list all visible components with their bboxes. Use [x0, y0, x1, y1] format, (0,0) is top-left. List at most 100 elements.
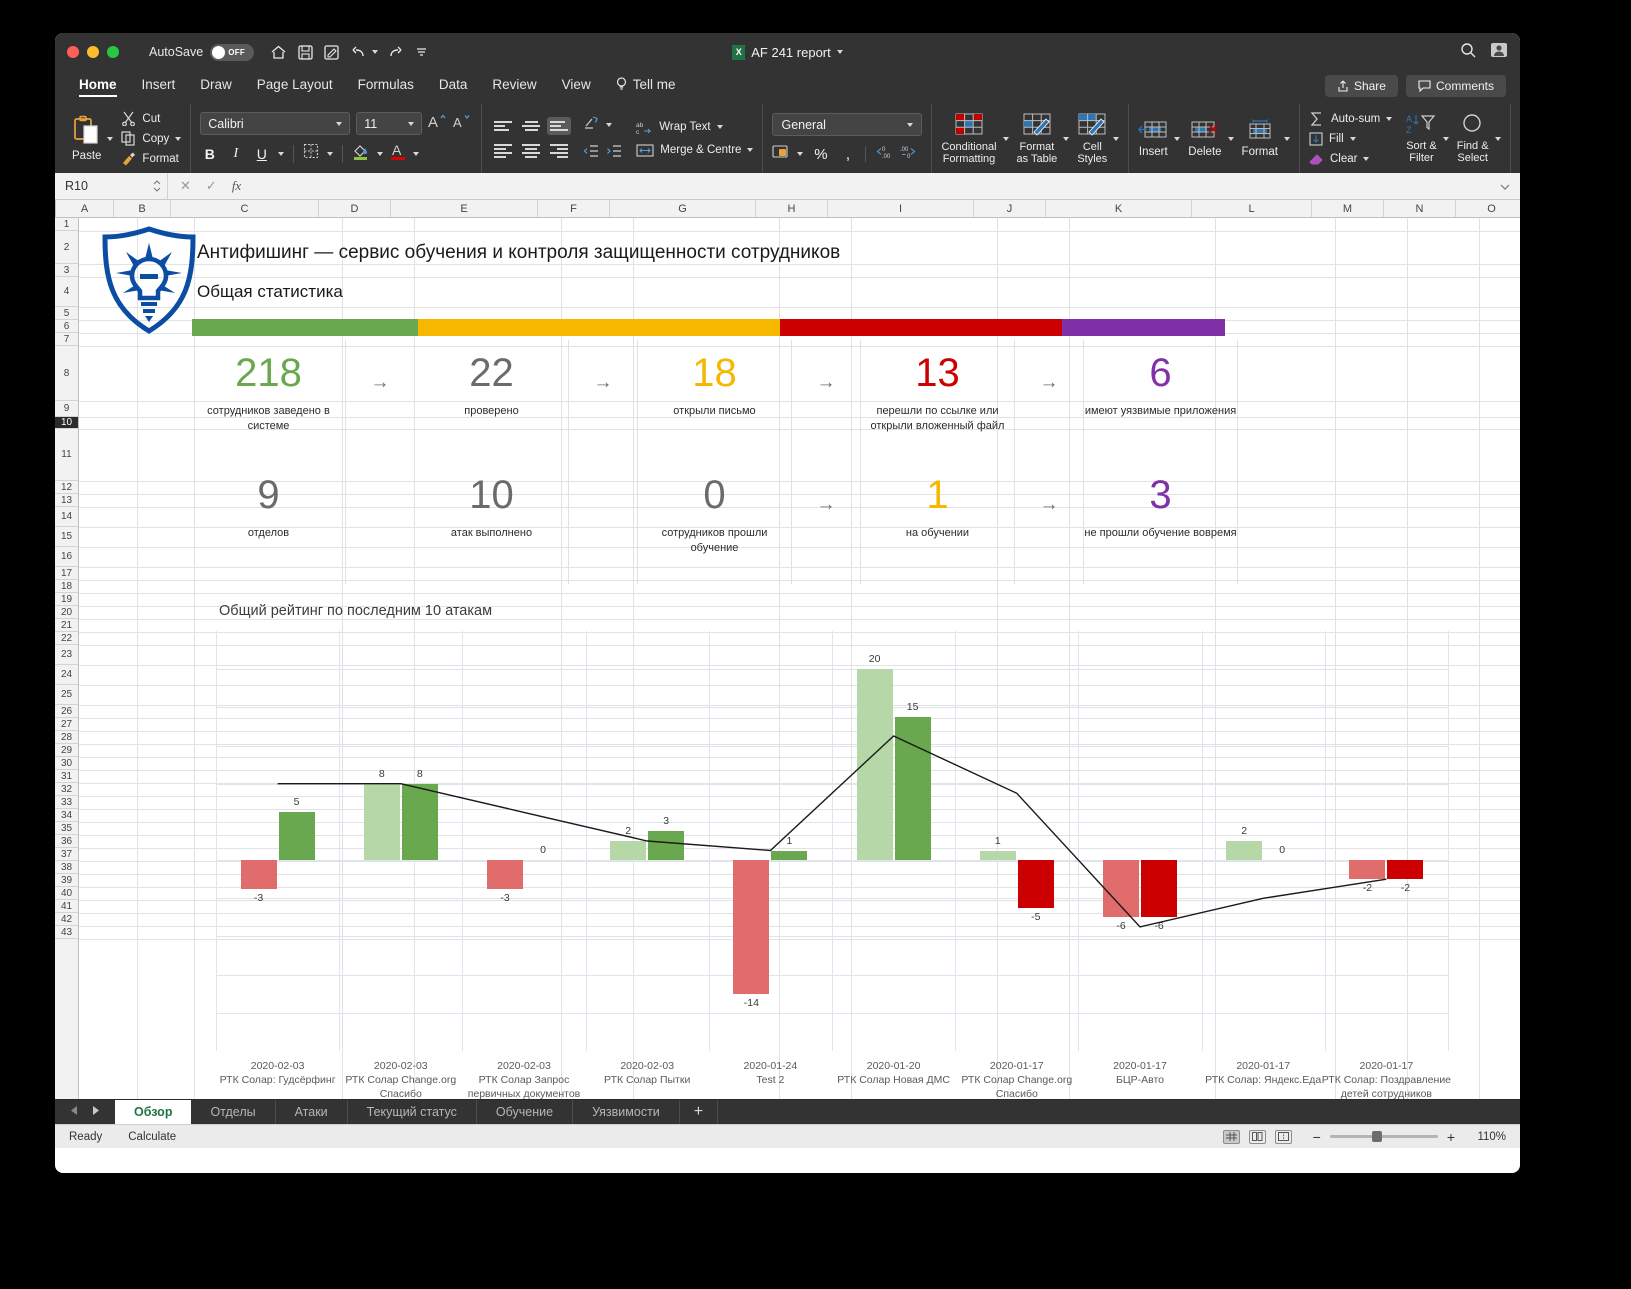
wrap-text-button[interactable]: abc Wrap Text: [636, 120, 753, 135]
ribbon-tab-review[interactable]: Review: [482, 74, 546, 99]
column-header-B[interactable]: B: [114, 200, 171, 217]
autosave-switch[interactable]: OFF: [210, 44, 254, 61]
column-header-H[interactable]: H: [756, 200, 828, 217]
insert-cells-button[interactable]: Insert: [1138, 119, 1168, 158]
row-header-29[interactable]: 29: [55, 744, 78, 757]
column-header-D[interactable]: D: [319, 200, 391, 217]
align-bottom-button[interactable]: [547, 117, 571, 135]
maximize-window-icon[interactable]: [107, 46, 119, 58]
row-header-10[interactable]: 10: [55, 417, 78, 429]
column-header-L[interactable]: L: [1192, 200, 1312, 217]
add-sheet-button[interactable]: +: [680, 1100, 718, 1124]
format-as-table-chevron-down-icon[interactable]: [1063, 137, 1069, 141]
sheet-tab-uyazvimosti[interactable]: Уязвимости: [573, 1100, 680, 1124]
zoom-level[interactable]: 110%: [1472, 1131, 1506, 1143]
undo-icon[interactable]: [350, 45, 378, 59]
row-header-4[interactable]: 4: [55, 277, 78, 307]
underline-chevron-down-icon[interactable]: [278, 152, 284, 156]
column-header-K[interactable]: K: [1046, 200, 1192, 217]
row-header-25[interactable]: 25: [55, 685, 78, 705]
normal-view-icon[interactable]: [1223, 1130, 1240, 1144]
font-family-select[interactable]: Calibri: [200, 112, 350, 135]
title-chevron-down-icon[interactable]: [837, 50, 843, 54]
format-cells-button[interactable]: Format: [1242, 119, 1278, 158]
font-color-button[interactable]: A: [390, 142, 406, 165]
confirm-formula-icon[interactable]: ✓: [206, 178, 217, 194]
number-format-select[interactable]: General: [772, 113, 922, 136]
row-header-20[interactable]: 20: [55, 606, 78, 619]
decrease-indent-button[interactable]: [583, 144, 599, 163]
ribbon-tab-draw[interactable]: Draw: [190, 74, 242, 99]
fill-color-button[interactable]: [352, 142, 370, 165]
find-select-button[interactable]: Find &Select: [1457, 113, 1489, 164]
tell-me-box[interactable]: Tell me: [606, 74, 686, 99]
row-header-38[interactable]: 38: [55, 861, 78, 874]
sheet-tab-obzor[interactable]: Обзор: [115, 1100, 191, 1124]
row-header-17[interactable]: 17: [55, 567, 78, 580]
number-format-chevron-down-icon[interactable]: [907, 123, 913, 127]
row-header-26[interactable]: 26: [55, 705, 78, 718]
column-header-C[interactable]: C: [171, 200, 319, 217]
window-controls[interactable]: [67, 46, 119, 58]
page-break-view-icon[interactable]: [1275, 1130, 1292, 1144]
merge-centre-chevron-down-icon[interactable]: [747, 148, 753, 152]
paste-chevron-down-icon[interactable]: [107, 137, 113, 141]
font-size-select[interactable]: 11: [356, 112, 422, 135]
quick-access-toolbar[interactable]: [270, 44, 428, 60]
column-header-O[interactable]: O: [1456, 200, 1520, 217]
column-header-N[interactable]: N: [1384, 200, 1456, 217]
row-header-13[interactable]: 13: [55, 494, 78, 507]
column-header-E[interactable]: E: [391, 200, 538, 217]
row-header-14[interactable]: 14: [55, 507, 78, 527]
sort-filter-chevron-down-icon[interactable]: [1443, 137, 1449, 141]
conditional-formatting-button[interactable]: ConditionalFormatting: [941, 112, 996, 165]
titlebar-actions[interactable]: [1460, 41, 1508, 63]
wrap-text-chevron-down-icon[interactable]: [717, 125, 723, 129]
name-box[interactable]: R10: [55, 179, 167, 193]
save-icon[interactable]: [298, 45, 313, 60]
sheet-tab-otdely[interactable]: Отделы: [191, 1100, 275, 1124]
accounting-chevron-down-icon[interactable]: [797, 152, 803, 156]
conditional-formatting-chevron-down-icon[interactable]: [1003, 137, 1009, 141]
edit-icon[interactable]: [324, 45, 339, 60]
comments-button[interactable]: Comments: [1406, 75, 1506, 97]
cancel-formula-icon[interactable]: ✕: [180, 178, 191, 194]
increase-decimal-button[interactable]: 0.00: [874, 144, 892, 164]
search-icon[interactable]: [1460, 42, 1476, 63]
close-window-icon[interactable]: [67, 46, 79, 58]
row-header-7[interactable]: 7: [55, 333, 78, 346]
row-header-27[interactable]: 27: [55, 718, 78, 731]
row-header-12[interactable]: 12: [55, 481, 78, 494]
zoom-out-button[interactable]: −: [1313, 1129, 1321, 1145]
minimize-window-icon[interactable]: [87, 46, 99, 58]
autosave-toggle[interactable]: AutoSave OFF: [149, 44, 254, 61]
column-header-J[interactable]: J: [974, 200, 1046, 217]
formula-bar-expand-chevron-down-icon[interactable]: [1490, 179, 1520, 193]
increase-font-size-button[interactable]: A: [428, 113, 447, 135]
row-header-3[interactable]: 3: [55, 264, 78, 277]
row-header-15[interactable]: 15: [55, 527, 78, 547]
font-family-chevron-down-icon[interactable]: [336, 122, 342, 126]
fill-color-chevron-down-icon[interactable]: [377, 152, 383, 156]
select-all-corner[interactable]: [55, 200, 56, 217]
sheet-tab-ataki[interactable]: Атаки: [276, 1100, 348, 1124]
ribbon-tab-insert[interactable]: Insert: [132, 74, 186, 99]
row-header-22[interactable]: 22: [55, 632, 78, 645]
customize-toolbar-icon[interactable]: [415, 46, 428, 59]
row-header-34[interactable]: 34: [55, 809, 78, 822]
column-header-A[interactable]: A: [56, 200, 114, 217]
find-select-chevron-down-icon[interactable]: [1495, 137, 1501, 141]
previous-sheet-icon[interactable]: [69, 1103, 79, 1121]
column-header-I[interactable]: I: [828, 200, 974, 217]
row-header-24[interactable]: 24: [55, 665, 78, 685]
autosum-chevron-down-icon[interactable]: [1386, 117, 1392, 121]
delete-cells-chevron-down-icon[interactable]: [1228, 137, 1234, 141]
undo-chevron-down-icon[interactable]: [372, 50, 378, 54]
fill-button[interactable]: Fill: [1309, 132, 1392, 146]
next-sheet-icon[interactable]: [91, 1103, 101, 1121]
row-header-31[interactable]: 31: [55, 770, 78, 783]
row-header-36[interactable]: 36: [55, 835, 78, 848]
row-header-42[interactable]: 42: [55, 913, 78, 926]
page-layout-view-icon[interactable]: [1249, 1130, 1266, 1144]
format-as-table-button[interactable]: Formatas Table: [1017, 112, 1058, 165]
